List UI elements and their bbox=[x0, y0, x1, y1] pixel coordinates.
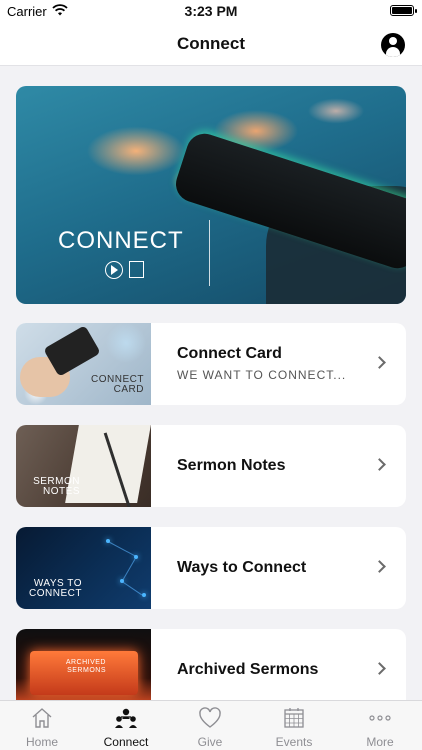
list-item-connect-card[interactable]: CONNECT CARD Connect Card WE WANT TO CON… bbox=[16, 323, 406, 405]
thumbnail-caption: WAYS TO CONNECT bbox=[29, 578, 82, 599]
people-icon bbox=[115, 708, 137, 728]
chevron-right-icon bbox=[373, 458, 386, 471]
play-icon bbox=[105, 261, 123, 279]
person-circle-icon bbox=[389, 37, 397, 45]
list-item-ways-to-connect[interactable]: WAYS TO CONNECT Ways to Connect bbox=[16, 527, 406, 609]
more-icon bbox=[369, 715, 391, 721]
tab-more[interactable]: More bbox=[338, 701, 422, 750]
list-item-archived-sermons[interactable]: ARCHIVED SERMONS Archived Sermons bbox=[16, 629, 406, 700]
navigation-bar: Connect bbox=[0, 22, 422, 66]
list-item-subtitle: WE WANT TO CONNECT... bbox=[177, 368, 347, 382]
tab-label: Connect bbox=[103, 735, 149, 749]
tab-bar: Home Connect Give Events More bbox=[0, 700, 422, 750]
ways-to-connect-thumbnail: WAYS TO CONNECT bbox=[16, 527, 151, 609]
tab-home[interactable]: Home bbox=[0, 701, 84, 750]
connect-card-thumbnail: CONNECT CARD bbox=[16, 323, 151, 405]
list-item-title: Connect Card bbox=[177, 345, 282, 362]
thumbnail-caption: SERMON NOTES bbox=[33, 476, 80, 497]
tab-connect[interactable]: Connect bbox=[84, 701, 168, 750]
battery-icon bbox=[390, 5, 417, 16]
archived-sermons-thumbnail: ARCHIVED SERMONS bbox=[16, 629, 151, 700]
list-item-title: Sermon Notes bbox=[177, 457, 286, 474]
list-item-title: Ways to Connect bbox=[177, 559, 307, 576]
list-item-sermon-notes[interactable]: SERMON NOTES Sermon Notes bbox=[16, 425, 406, 507]
home-icon bbox=[32, 708, 52, 728]
thumbnail-caption: CONNECT CARD bbox=[91, 374, 144, 395]
chevron-right-icon bbox=[373, 560, 386, 573]
list-item-title: Archived Sermons bbox=[177, 661, 319, 678]
hero-title: CONNECT bbox=[58, 227, 184, 254]
tab-label: Give bbox=[197, 735, 223, 749]
status-time: 3:23 PM bbox=[184, 3, 238, 19]
tab-label: More bbox=[366, 735, 394, 749]
edit-icon bbox=[129, 261, 144, 278]
tab-label: Events bbox=[275, 735, 313, 749]
thumbnail-caption: ARCHIVED SERMONS bbox=[65, 659, 106, 674]
profile-button[interactable] bbox=[381, 33, 405, 57]
tab-events[interactable]: Events bbox=[252, 701, 336, 750]
heart-icon bbox=[199, 707, 221, 728]
status-bar: Carrier 3:23 PM bbox=[0, 0, 422, 22]
page-title: Connect bbox=[177, 34, 245, 53]
tab-label: Home bbox=[25, 735, 58, 749]
calendar-icon bbox=[284, 708, 304, 728]
tab-give[interactable]: Give bbox=[168, 701, 252, 750]
chevron-right-icon bbox=[373, 662, 386, 675]
hero-banner[interactable]: CONNECT bbox=[16, 86, 406, 304]
sermon-notes-thumbnail: SERMON NOTES bbox=[16, 425, 151, 507]
hero-divider bbox=[209, 220, 210, 286]
content-scroll-area[interactable]: CONNECT CONNECT CARD Connect Card WE WAN… bbox=[0, 67, 422, 700]
chevron-right-icon bbox=[373, 356, 386, 369]
